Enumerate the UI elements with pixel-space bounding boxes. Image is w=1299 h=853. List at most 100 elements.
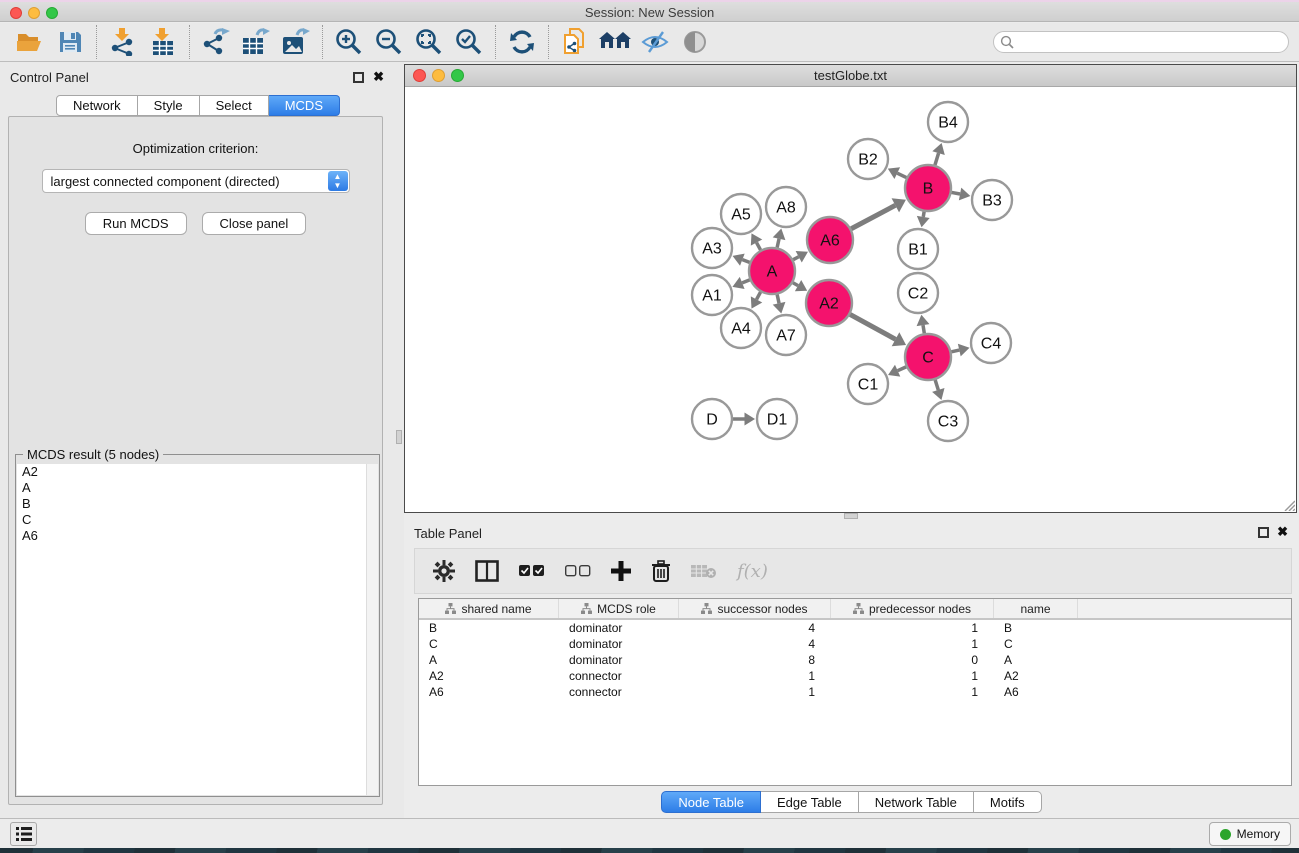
tab-select[interactable]: Select — [200, 95, 269, 116]
edge-B-B2[interactable] — [897, 173, 906, 177]
import-network-button[interactable] — [103, 25, 143, 59]
select-all-button[interactable] — [519, 565, 545, 577]
tab-mcds[interactable]: MCDS — [269, 95, 340, 116]
table-cell[interactable]: B — [994, 620, 1078, 636]
table-cell[interactable]: A6 — [994, 684, 1078, 700]
table-cell[interactable]: 1 — [831, 684, 994, 700]
tab-network[interactable]: Network — [56, 95, 138, 116]
table-cell[interactable]: 1 — [679, 684, 831, 700]
edge-A6-B[interactable] — [851, 205, 895, 228]
network-graph[interactable]: AA1A2A3A4A5A6A7A8BB1B2B3B4CC1C2C3C4DD1 — [405, 88, 1296, 513]
node-table[interactable]: shared nameMCDS rolesuccessor nodesprede… — [418, 598, 1292, 786]
edge-A-A7[interactable] — [777, 294, 779, 303]
column-header-successor-nodes[interactable]: successor nodes — [679, 599, 831, 618]
close-panel-icon[interactable]: ✖ — [373, 71, 384, 83]
network-window-titlebar[interactable]: testGlobe.txt — [405, 65, 1296, 87]
save-session-button[interactable] — [50, 25, 90, 59]
edge-A-A4[interactable] — [757, 292, 761, 299]
table-row[interactable]: Adominator80A — [419, 652, 1291, 668]
table-tab-edge-table[interactable]: Edge Table — [761, 791, 859, 813]
table-tab-node-table[interactable]: Node Table — [661, 791, 761, 813]
export-network-button[interactable] — [196, 25, 236, 59]
refresh-button[interactable] — [502, 25, 542, 59]
table-cell[interactable]: A — [419, 652, 559, 668]
column-header-name[interactable]: name — [994, 599, 1078, 618]
function-builder-button[interactable]: f(x) — [737, 561, 768, 582]
delete-table-button[interactable] — [691, 563, 717, 579]
memory-button[interactable]: Memory — [1209, 822, 1291, 846]
table-row[interactable]: Cdominator41C — [419, 636, 1291, 652]
zoom-in-button[interactable] — [329, 25, 369, 59]
gear-button[interactable] — [433, 560, 455, 582]
result-item[interactable]: A — [17, 480, 378, 496]
table-cell[interactable]: 0 — [831, 652, 994, 668]
export-image-button[interactable] — [276, 25, 316, 59]
result-item[interactable]: C — [17, 512, 378, 528]
close-panel-icon[interactable]: ✖ — [1277, 526, 1288, 538]
table-cell[interactable]: A2 — [994, 668, 1078, 684]
table-cell[interactable]: C — [994, 636, 1078, 652]
show-hidden-button[interactable] — [675, 25, 715, 59]
edge-A-A3[interactable] — [742, 260, 749, 263]
edge-A-A6[interactable] — [793, 257, 799, 260]
table-cell[interactable]: 8 — [679, 652, 831, 668]
column-view-button[interactable] — [475, 560, 499, 582]
edge-A2-C[interactable] — [850, 314, 895, 339]
import-table-button[interactable] — [143, 25, 183, 59]
clone-network-button[interactable] — [555, 25, 595, 59]
table-cell[interactable]: A6 — [419, 684, 559, 700]
zoom-selected-button[interactable] — [449, 25, 489, 59]
network-canvas[interactable]: AA1A2A3A4A5A6A7A8BB1B2B3B4CC1C2C3C4DD1 — [405, 88, 1296, 512]
table-cell[interactable]: A2 — [419, 668, 559, 684]
table-cell[interactable]: 1 — [831, 668, 994, 684]
table-cell[interactable]: dominator — [559, 636, 679, 652]
float-panel-icon[interactable] — [353, 72, 364, 83]
show-panels-button[interactable] — [10, 822, 37, 846]
table-row[interactable]: A6connector11A6 — [419, 684, 1291, 700]
mcds-result-list[interactable]: A2ABCA6 — [17, 464, 378, 795]
search-field[interactable] — [993, 31, 1289, 53]
table-cell[interactable]: 1 — [679, 668, 831, 684]
edge-A-A8[interactable] — [777, 239, 779, 248]
result-item[interactable]: A6 — [17, 528, 378, 544]
delete-column-button[interactable] — [651, 560, 671, 582]
edge-A-A5[interactable] — [757, 243, 761, 250]
edge-C-C4[interactable] — [951, 350, 959, 352]
splitter-handle[interactable] — [844, 513, 858, 519]
float-panel-icon[interactable] — [1258, 527, 1269, 538]
horizontal-splitter[interactable] — [404, 513, 1299, 520]
result-item[interactable]: B — [17, 496, 378, 512]
column-header-MCDS-role[interactable]: MCDS role — [559, 599, 679, 618]
table-cell[interactable]: 1 — [831, 620, 994, 636]
result-scrollbar[interactable] — [366, 464, 378, 795]
table-cell[interactable]: connector — [559, 668, 679, 684]
open-session-button[interactable] — [10, 25, 50, 59]
table-cell[interactable]: 4 — [679, 636, 831, 652]
edge-B-B3[interactable] — [952, 192, 960, 194]
edge-A-A2[interactable] — [793, 283, 798, 286]
column-header-shared-name[interactable]: shared name — [419, 599, 559, 618]
export-table-button[interactable] — [236, 25, 276, 59]
home-button[interactable] — [595, 25, 635, 59]
splitter-handle[interactable] — [396, 430, 402, 444]
table-cell[interactable]: 1 — [831, 636, 994, 652]
run-mcds-button[interactable]: Run MCDS — [85, 212, 187, 235]
zoom-out-button[interactable] — [369, 25, 409, 59]
table-cell[interactable]: A — [994, 652, 1078, 668]
edge-B-B4[interactable] — [935, 153, 939, 165]
edge-C-C2[interactable] — [923, 325, 924, 333]
criterion-dropdown[interactable]: largest connected component (directed) ▲… — [42, 169, 350, 193]
edge-C-C1[interactable] — [898, 367, 906, 371]
resize-grip-icon[interactable] — [1281, 497, 1295, 511]
add-column-button[interactable] — [611, 561, 631, 581]
close-panel-button[interactable]: Close panel — [202, 212, 307, 235]
table-cell[interactable]: dominator — [559, 652, 679, 668]
table-tab-motifs[interactable]: Motifs — [974, 791, 1042, 813]
table-cell[interactable]: 4 — [679, 620, 831, 636]
edge-A-A1[interactable] — [742, 280, 750, 283]
result-item[interactable]: A2 — [17, 464, 378, 480]
table-cell[interactable]: connector — [559, 684, 679, 700]
zoom-fit-button[interactable] — [409, 25, 449, 59]
vertical-splitter[interactable] — [396, 62, 404, 818]
column-header-predecessor-nodes[interactable]: predecessor nodes — [831, 599, 994, 618]
